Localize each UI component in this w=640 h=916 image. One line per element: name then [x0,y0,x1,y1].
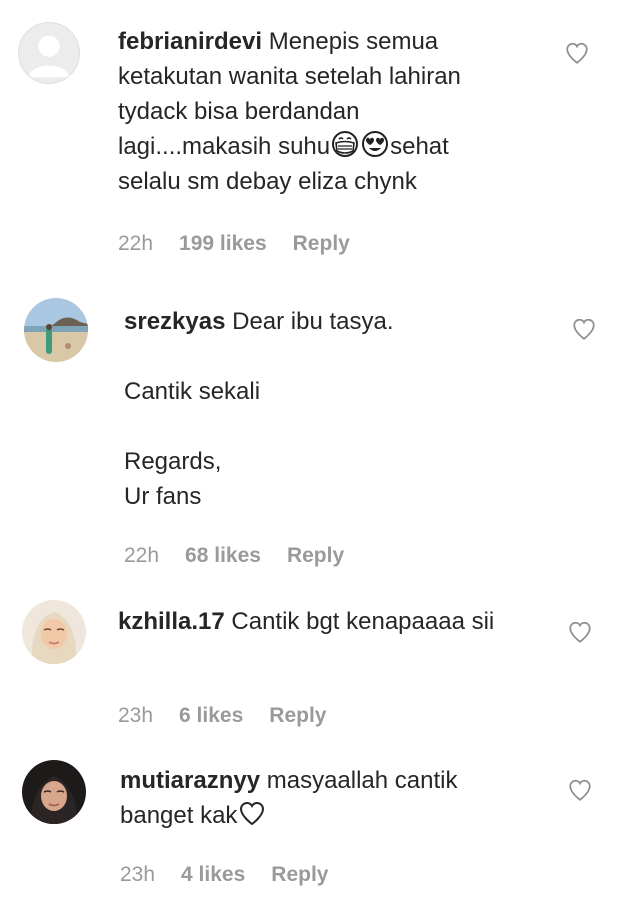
comment-likes[interactable]: 6 likes [179,704,243,728]
avatar[interactable] [18,22,80,84]
comment-body: Cantik bgt kenapaaaa sii [224,608,495,635]
reply-button[interactable]: Reply [293,232,350,256]
like-heart-icon[interactable] [564,40,590,66]
avatar[interactable] [22,600,86,664]
comment-time: 23h [118,704,154,727]
comment-username[interactable]: mutiaraznyy [120,767,260,794]
comment-time: 23h [120,863,156,886]
reply-button[interactable]: Reply [287,544,344,568]
comment-likes[interactable]: 68 likes [185,544,261,568]
comment-body: Dear ibu tasya. Cantik sekali Regards, U… [124,308,394,510]
comment-text: mutiaraznyy masyaallah cantik banget kak [120,763,520,833]
comment-username[interactable]: srezkyas [124,308,225,335]
comment-meta: 22h 199 likes Reply [118,232,350,256]
comment-meta: 22h 68 likes Reply [124,544,344,568]
comment-text: kzhilla.17 Cantik bgt kenapaaaa sii [118,604,518,639]
like-heart-icon[interactable] [567,619,593,645]
reply-button[interactable]: Reply [271,863,328,887]
comment-username[interactable]: kzhilla.17 [118,608,225,635]
comment-likes[interactable]: 4 likes [181,863,245,887]
comment-meta: 23h 6 likes Reply [118,704,326,728]
beach-photo-avatar-icon [24,298,88,362]
like-heart-icon[interactable] [571,316,597,342]
comment-username[interactable]: febrianirdevi [118,28,262,55]
white-heart-icon [237,799,267,827]
like-heart-icon[interactable] [567,777,593,803]
reply-button[interactable]: Reply [269,704,326,728]
comment-likes[interactable]: 199 likes [179,232,267,256]
comment-time: 22h [124,544,160,567]
default-avatar-icon [28,35,70,78]
avatar[interactable] [24,298,88,362]
smiling-face-with-heart-eyes-icon [360,130,390,158]
comment-time: 22h [118,232,154,255]
comment-text: febrianirdevi Menepis semua ketakutan wa… [118,24,518,199]
comment-meta: 23h 4 likes Reply [120,863,328,887]
avatar[interactable] [22,760,86,824]
portrait-photo-avatar-icon [22,760,86,824]
comment-text: srezkyas Dear ibu tasya. Cantik sekali R… [124,304,524,514]
face-with-medical-mask-icon [330,130,360,158]
hijab-photo-avatar-icon [22,600,86,664]
